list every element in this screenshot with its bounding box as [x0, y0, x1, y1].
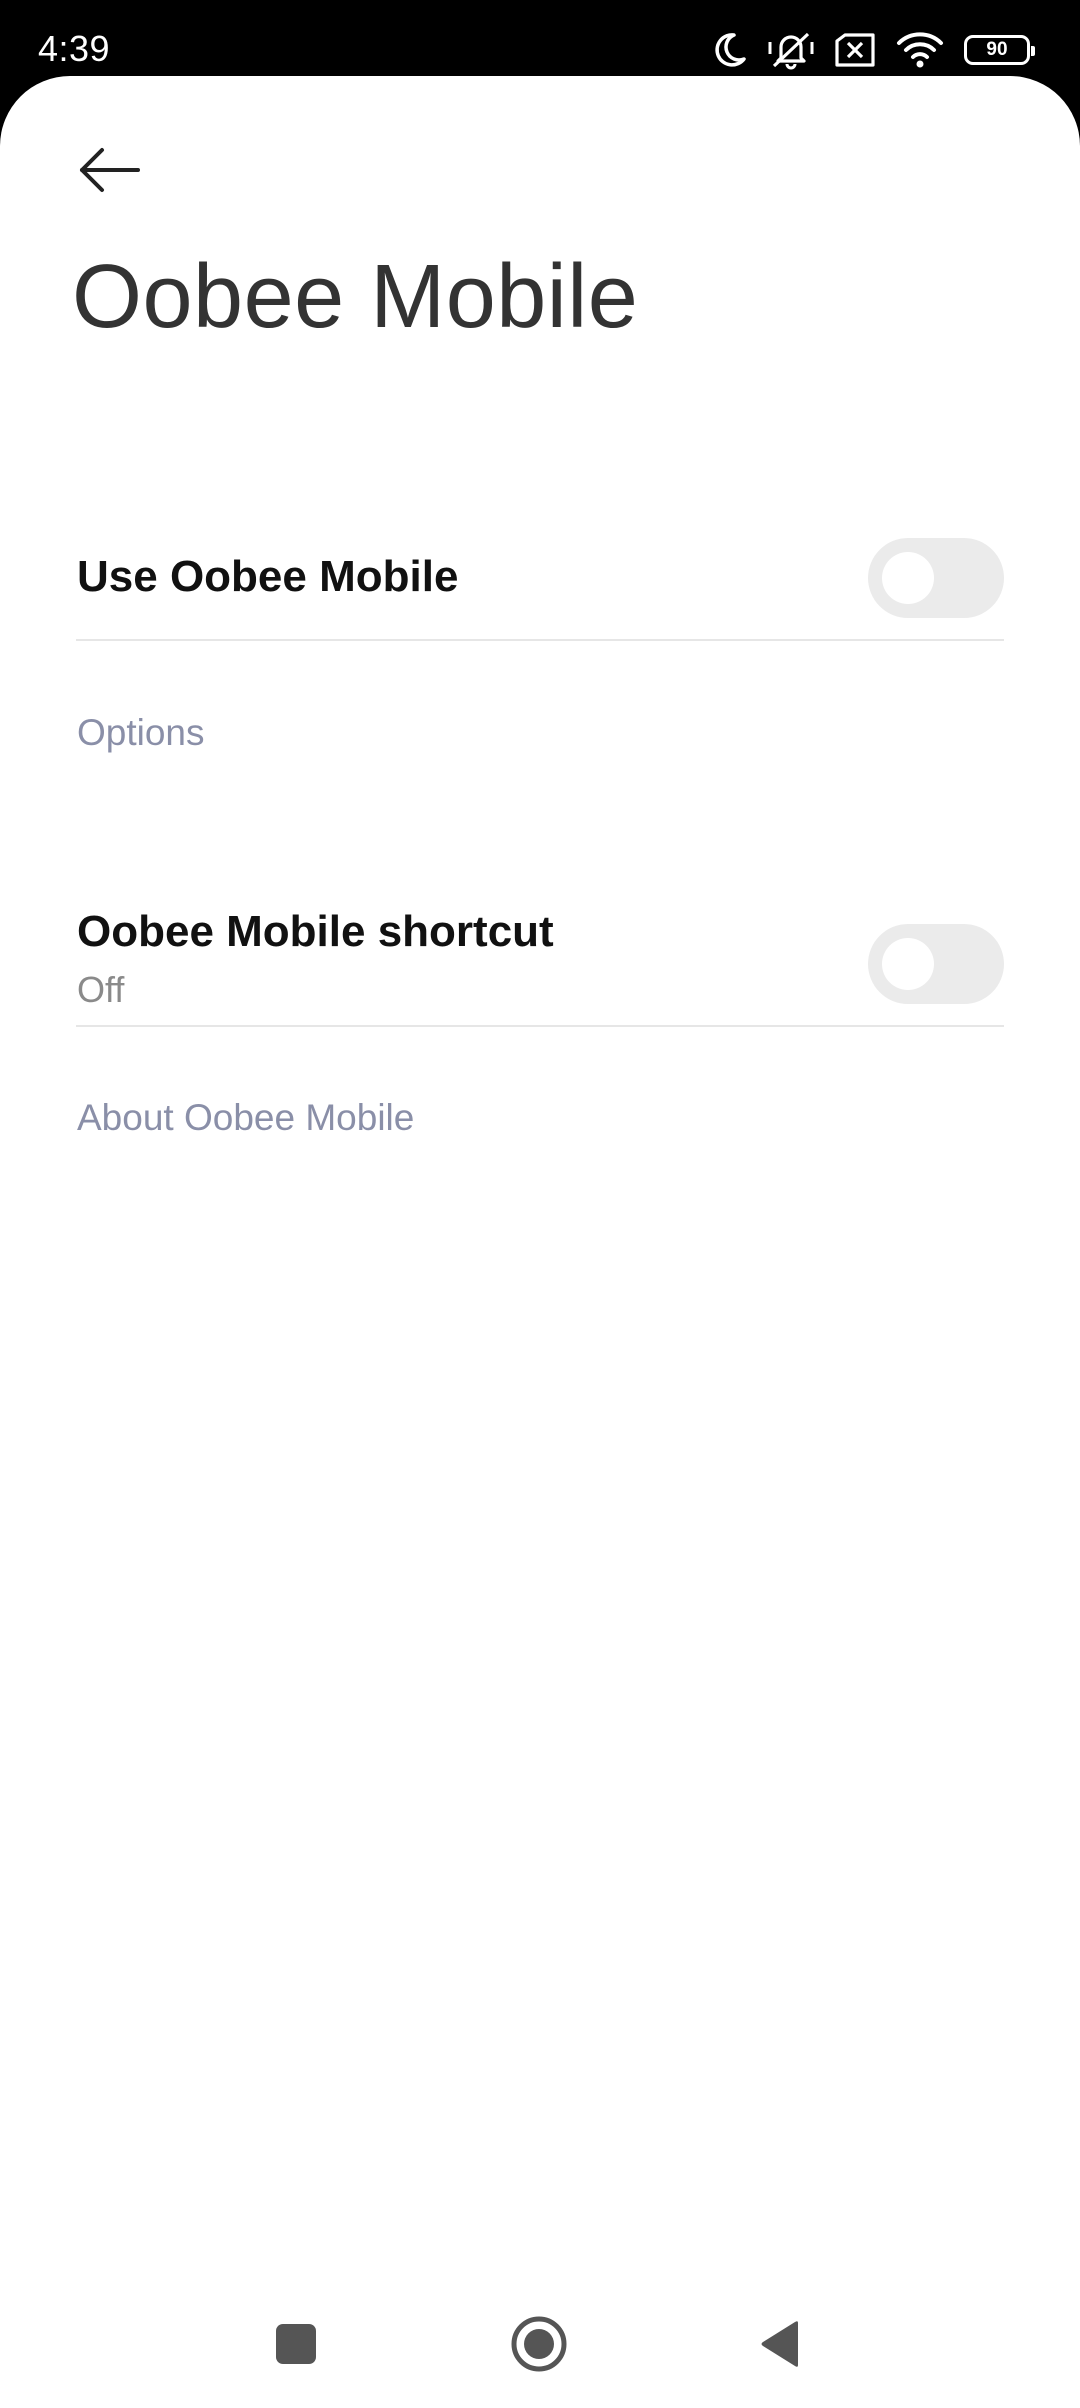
muted-bell-icon: [768, 30, 814, 70]
no-sim-icon: [834, 33, 876, 67]
shortcut-label: Oobee Mobile shortcut: [77, 907, 554, 956]
wifi-icon: [896, 32, 944, 68]
moon-icon: [712, 31, 748, 69]
battery-level: 90: [986, 39, 1008, 60]
recents-square-icon: [275, 2323, 317, 2370]
toggle-knob: [882, 552, 934, 604]
options-section-header: Options: [77, 712, 205, 753]
battery-icon: 90: [964, 35, 1035, 65]
use-oobee-row[interactable]: Use Oobee Mobile: [0, 456, 1080, 696]
shortcut-toggle[interactable]: [868, 924, 1004, 1004]
shortcut-row[interactable]: Oobee Mobile shortcut Off: [0, 856, 1080, 1076]
divider: [76, 1025, 1004, 1027]
home-circle-icon: [510, 2315, 568, 2378]
navigation-bar: [0, 2284, 1080, 2408]
back-button[interactable]: [62, 124, 158, 220]
recents-button[interactable]: [256, 2306, 336, 2386]
page-title: Oobee Mobile: [72, 247, 639, 347]
back-arrow-icon: [78, 146, 142, 199]
home-button[interactable]: [499, 2306, 579, 2386]
back-triangle-icon: [758, 2319, 802, 2374]
status-bar: 4:39 90: [0, 0, 1080, 76]
divider: [76, 639, 1004, 641]
status-time: 4:39: [38, 28, 111, 69]
status-icons: 90: [712, 30, 1035, 70]
about-link[interactable]: About Oobee Mobile: [77, 1097, 414, 1139]
toggle-knob: [882, 938, 934, 990]
nav-back-button[interactable]: [740, 2306, 820, 2386]
settings-sheet: Oobee Mobile Use Oobee Mobile Options Oo…: [0, 76, 1080, 2408]
use-oobee-toggle[interactable]: [868, 538, 1004, 618]
use-oobee-label: Use Oobee Mobile: [77, 552, 459, 601]
shortcut-status: Off: [77, 969, 125, 1010]
